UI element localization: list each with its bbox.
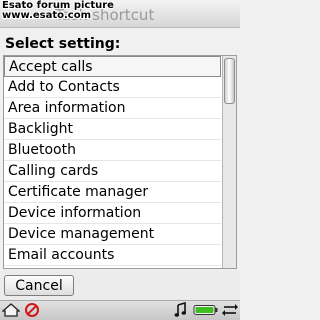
list-item-calling-cards[interactable]: Calling cards — [4, 161, 221, 182]
select-setting-heading: Select setting: — [5, 36, 121, 52]
watermark: Esato forum picture www.esato.com — [2, 1, 114, 21]
music-note-icon — [174, 302, 186, 317]
list-item-bluetooth[interactable]: Bluetooth — [4, 140, 221, 161]
list-item-accept-calls[interactable]: Accept calls — [4, 56, 221, 77]
list-item-device-information[interactable]: Device information — [4, 203, 221, 224]
title-bar: Task shortcut Esato forum picture www.es… — [0, 0, 240, 28]
list-scrollbar[interactable] — [222, 56, 236, 268]
scrollbar-thumb[interactable] — [224, 58, 235, 104]
data-transfer-icon — [222, 304, 238, 316]
battery-icon — [193, 305, 218, 315]
list-item-backlight[interactable]: Backlight — [4, 119, 221, 140]
home-icon[interactable] — [2, 302, 20, 318]
watermark-line-2: www.esato.com — [2, 10, 92, 21]
softkey-area: Cancel — [0, 270, 240, 300]
list-item-certificate-manager[interactable]: Certificate manager — [4, 182, 221, 203]
list-item-device-management[interactable]: Device management — [4, 224, 221, 245]
cancel-button[interactable]: Cancel — [4, 275, 74, 296]
settings-list: Accept calls Add to Contacts Area inform… — [4, 56, 221, 266]
list-item-add-to-contacts[interactable]: Add to Contacts — [4, 77, 221, 98]
list-item-area-information[interactable]: Area information — [4, 98, 221, 119]
status-bar — [0, 300, 240, 320]
list-item-email-accounts[interactable]: Email accounts — [4, 245, 221, 266]
no-signal-icon — [25, 303, 39, 317]
settings-list-frame: Accept calls Add to Contacts Area inform… — [3, 55, 237, 269]
